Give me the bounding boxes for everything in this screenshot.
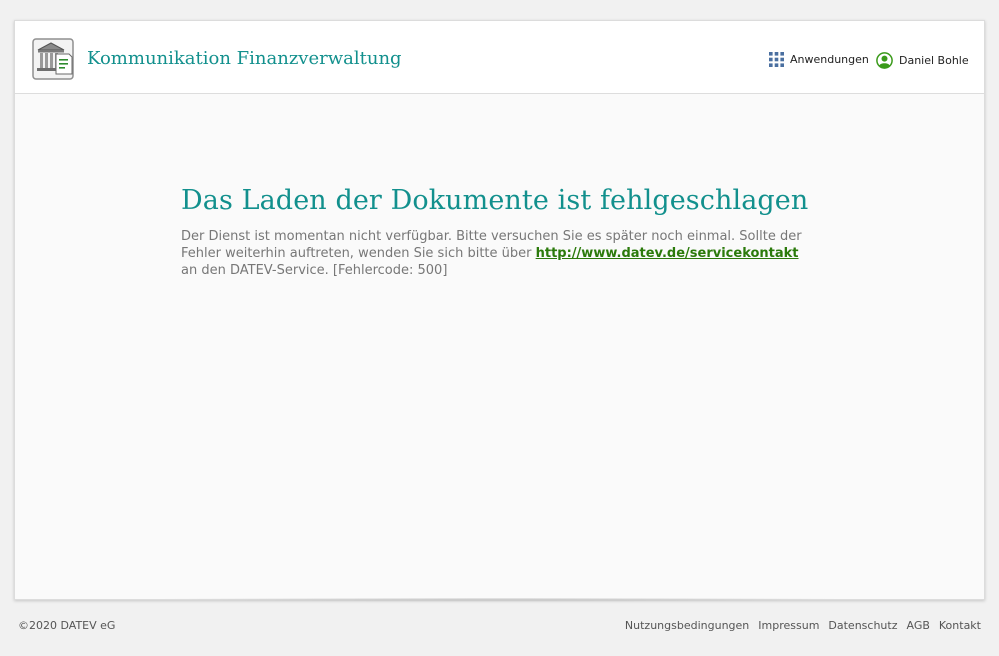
card-shadow [150,598,850,602]
app-header: Kommunikation Finanzverwaltung Anwendung… [15,21,984,94]
tax-office-building-document-icon[interactable] [32,38,76,82]
applications-button[interactable]: Anwendungen [769,52,869,67]
footer-link-contact[interactable]: Kontakt [939,619,981,632]
footer-link-terms[interactable]: Nutzungsbedingungen [625,619,749,632]
user-avatar-icon [876,52,893,69]
error-title: Das Laden der Dokumente ist fehlgeschlag… [181,185,809,216]
error-message-suffix: an den DATEV-Service. [Fehlercode: 500] [181,263,448,278]
error-panel: Das Laden der Dokumente ist fehlgeschlag… [181,185,811,279]
footer-link-privacy[interactable]: Datenschutz [828,619,897,632]
error-message: Der Dienst ist momentan nicht verfügbar.… [181,228,811,279]
main-card: Kommunikation Finanzverwaltung Anwendung… [14,20,985,600]
footer-copyright: ©2020 DATEV eG [18,619,116,632]
service-contact-link[interactable]: http://www.datev.de/servicekontakt [536,246,799,261]
footer-links: Nutzungsbedingungen Impressum Datenschut… [625,619,981,632]
user-name: Daniel Bohle [899,54,969,67]
applications-label: Anwendungen [790,53,869,66]
footer-link-imprint[interactable]: Impressum [758,619,819,632]
footer-link-agb[interactable]: AGB [906,619,929,632]
user-menu-button[interactable]: Daniel Bohle [876,52,969,69]
grid-apps-icon [769,52,784,67]
app-title[interactable]: Kommunikation Finanzverwaltung [87,48,402,69]
